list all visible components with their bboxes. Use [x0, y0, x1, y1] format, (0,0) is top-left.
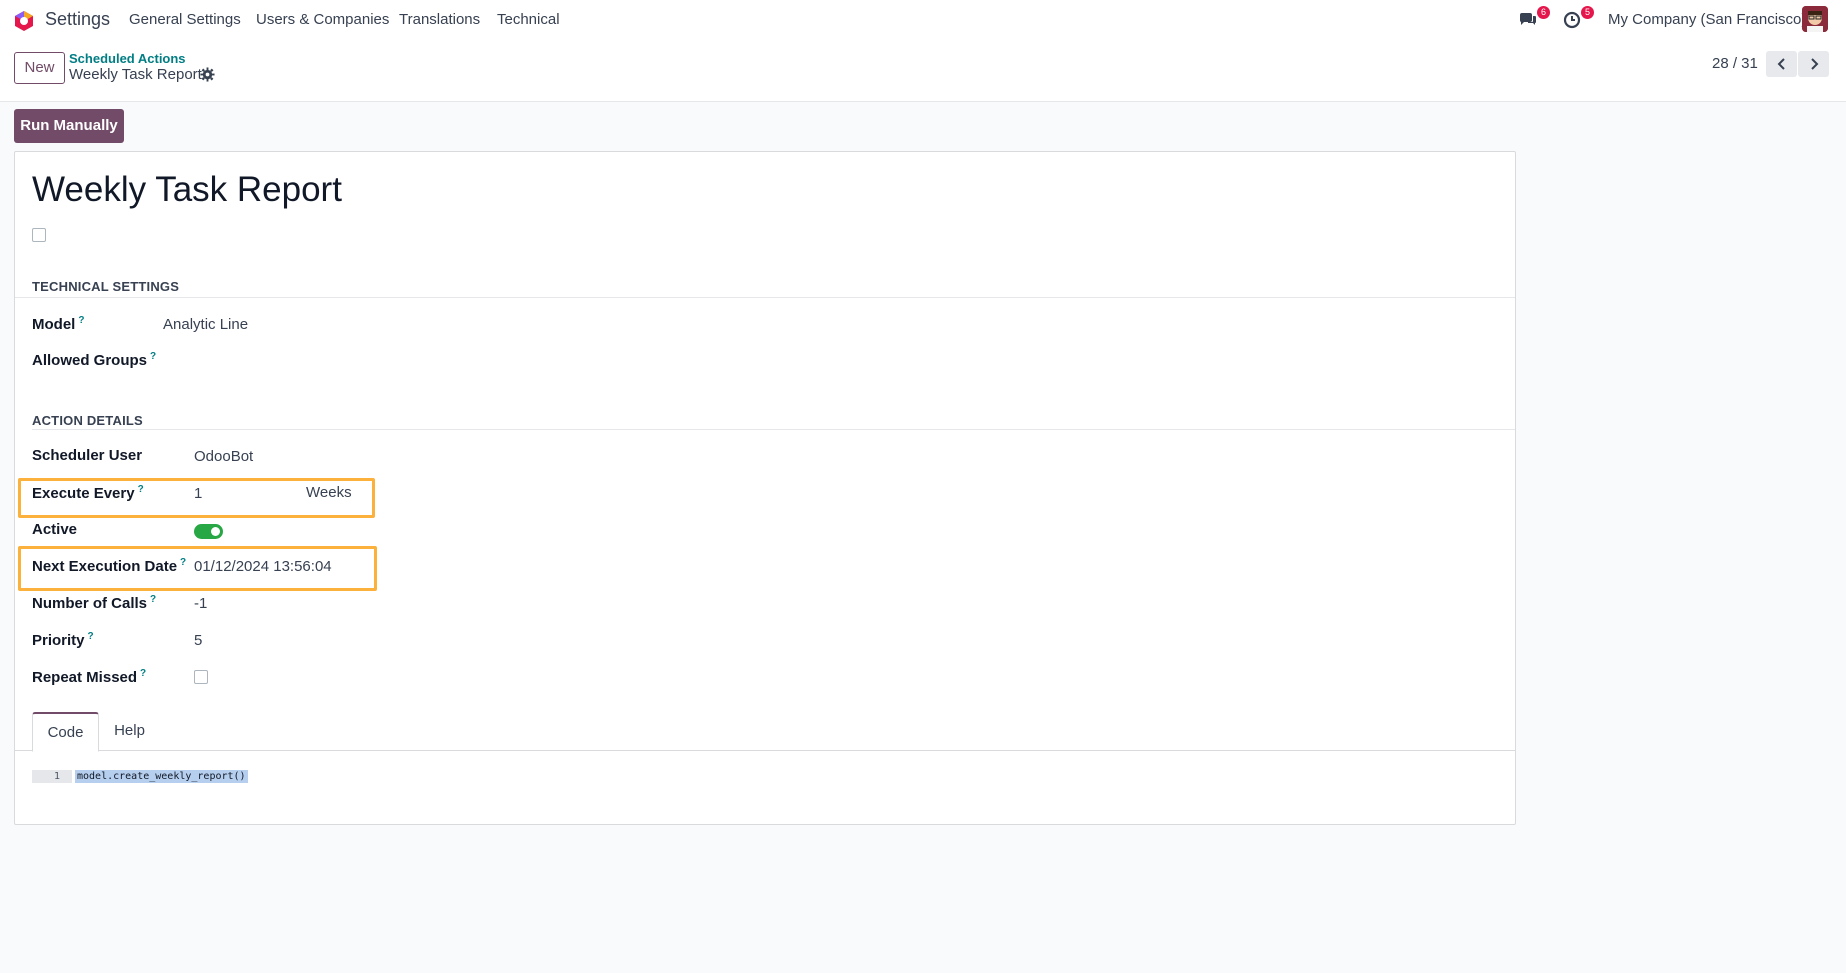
execute-every-number[interactable]: 1 [194, 485, 202, 502]
help-icon[interactable]: ? [138, 484, 144, 495]
priority-label: Priority? [32, 631, 94, 649]
new-button[interactable]: New [14, 52, 65, 84]
app-name[interactable]: Settings [45, 9, 110, 30]
repeat-missed-label: Repeat Missed? [32, 668, 147, 686]
help-icon[interactable]: ? [150, 594, 156, 605]
run-manually-button[interactable]: Run Manually [14, 109, 124, 143]
help-icon[interactable]: ? [88, 631, 94, 642]
number-of-calls-label: Number of Calls? [32, 594, 157, 612]
next-execution-date-value[interactable]: 01/12/2024 13:56:04 [194, 558, 332, 575]
section-divider [32, 429, 1515, 430]
repeat-missed-checkbox[interactable] [194, 670, 208, 684]
allowed-groups-label: Allowed Groups? [32, 351, 157, 369]
menu-users-companies[interactable]: Users & Companies [256, 11, 389, 28]
activities-button[interactable]: 5 [1562, 6, 1594, 31]
section-technical-settings: TECHNICAL SETTINGS [32, 279, 180, 294]
breadcrumb-scheduled-actions[interactable]: Scheduled Actions [69, 51, 186, 66]
priority-value[interactable]: 5 [194, 632, 202, 649]
pager-next-button[interactable] [1798, 51, 1829, 77]
help-icon[interactable]: ? [180, 557, 186, 568]
chevron-left-icon [1777, 58, 1785, 70]
model-label: Model? [32, 315, 85, 333]
avatar-image [1802, 6, 1828, 32]
scheduler-user-value[interactable]: OdooBot [194, 448, 253, 465]
company-switcher[interactable]: My Company (San Francisco) [1608, 11, 1806, 28]
control-panel: New Scheduled Actions Weekly Task Report… [0, 40, 1846, 102]
gear-icon[interactable] [200, 67, 215, 82]
section-action-details: ACTION DETAILS [32, 413, 143, 428]
form-sheet: Weekly Task Report TECHNICAL SETTINGS Mo… [14, 151, 1516, 825]
notebook-tabs: Code Help [15, 712, 1515, 752]
help-icon[interactable]: ? [78, 315, 84, 326]
activities-badge: 5 [1580, 6, 1594, 19]
record-title[interactable]: Weekly Task Report [32, 170, 342, 210]
tab-help[interactable]: Help [99, 712, 160, 752]
execute-every-label: Execute Every? [32, 484, 144, 502]
clock-icon [1563, 11, 1581, 29]
scheduler-user-label: Scheduler User [32, 447, 143, 464]
breadcrumb-current-record: Weekly Task Report [69, 66, 202, 83]
section-divider [15, 297, 1515, 298]
help-icon[interactable]: ? [150, 351, 156, 362]
top-navbar: Settings General Settings Users & Compan… [0, 0, 1846, 40]
code-line[interactable]: model.create_weekly_report() [75, 770, 248, 783]
number-of-calls-value[interactable]: -1 [194, 595, 207, 612]
messages-button[interactable]: 6 [1518, 6, 1550, 31]
odoo-logo-icon[interactable] [13, 10, 35, 32]
execute-every-unit[interactable]: Weeks [306, 484, 352, 501]
next-execution-date-label: Next Execution Date? [32, 557, 187, 575]
model-value[interactable]: Analytic Line [163, 316, 248, 333]
pager-value[interactable]: 28 / 31 [1712, 55, 1758, 72]
tab-code[interactable]: Code [32, 712, 99, 752]
menu-translations[interactable]: Translations [399, 11, 480, 28]
chat-icon [1519, 13, 1536, 25]
user-avatar[interactable] [1802, 6, 1828, 32]
messages-badge: 6 [1536, 6, 1550, 19]
help-icon[interactable]: ? [140, 668, 146, 679]
chevron-right-icon [1810, 58, 1818, 70]
active-toggle[interactable] [194, 524, 223, 539]
pager-previous-button[interactable] [1766, 51, 1797, 77]
active-label: Active [32, 521, 78, 538]
title-checkbox[interactable] [32, 228, 46, 242]
code-line-number: 1 [32, 770, 72, 783]
menu-technical[interactable]: Technical [497, 11, 560, 28]
menu-general-settings[interactable]: General Settings [129, 11, 241, 28]
